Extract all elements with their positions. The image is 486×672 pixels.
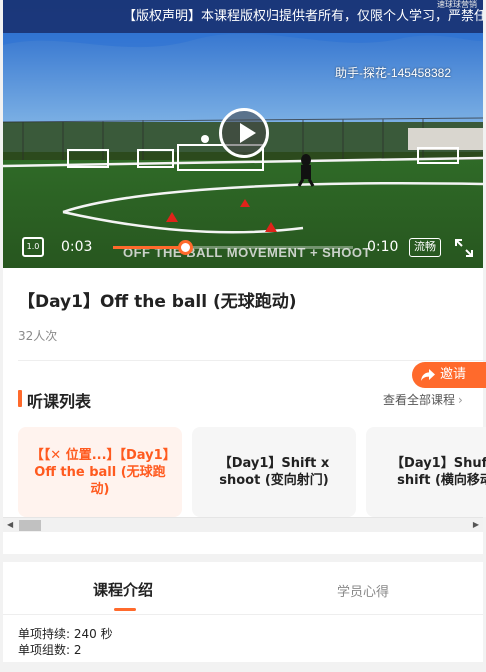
progress-bar[interactable] xyxy=(113,240,353,255)
section-marker xyxy=(18,390,22,407)
share-icon xyxy=(420,367,436,393)
duration-info: 单项持续: 240 秒 xyxy=(18,627,113,641)
page: 【版权声明】本课程版权归提供者所有，仅限个人学习，严禁任 速球球营销 助手-探花… xyxy=(0,0,486,672)
duration: 0:10 xyxy=(367,239,399,255)
tab-course-intro[interactable]: 课程介绍 xyxy=(93,579,153,600)
sets-info: 单项组数: 2 xyxy=(18,643,82,657)
lesson-carousel[interactable]: 【【✕ 位置...】【Day1】Off the ball (无球跑动) 【Day… xyxy=(18,427,486,517)
current-time: 0:03 xyxy=(61,239,93,255)
section-gap xyxy=(3,662,483,672)
chevron-right-icon: › xyxy=(458,393,463,407)
lesson-card[interactable]: 【【✕ 位置...】【Day1】Off the ball (无球跑动) xyxy=(18,427,182,517)
lesson-card-label: 【Day1】Shift x shoot (变向射门) xyxy=(218,456,330,488)
lesson-card[interactable]: 【Day1】Shift x shoot (变向射门) xyxy=(192,427,356,517)
play-icon[interactable] xyxy=(219,108,269,158)
lesson-card[interactable]: 【Day1】Shuffle shift (横向移动) xyxy=(366,427,486,517)
playback-speed-button[interactable]: 1.0 xyxy=(22,237,44,257)
active-tab-indicator xyxy=(114,608,136,611)
view-count: 32人次 xyxy=(18,329,58,343)
section-gap xyxy=(3,554,483,562)
divider xyxy=(3,614,483,615)
view-all-label: 查看全部课程 xyxy=(383,393,456,407)
invite-button[interactable]: 邀请 xyxy=(412,362,486,388)
lesson-card-label: 【【✕ 位置...】【Day1】Off the ball (无球跑动) xyxy=(30,447,170,497)
tab-student-reviews[interactable]: 学员心得 xyxy=(337,581,389,600)
scrollbar-thumb[interactable] xyxy=(19,520,41,531)
fullscreen-icon[interactable] xyxy=(453,237,475,259)
copyright-notice: 【版权声明】本课程版权归提供者所有，仅限个人学习，严禁任 xyxy=(3,0,483,33)
video-player[interactable]: 【版权声明】本课程版权归提供者所有，仅限个人学习，严禁任 速球球营销 助手-探花… xyxy=(3,0,483,268)
view-all-courses-link[interactable]: 查看全部课程 › xyxy=(383,391,463,408)
quality-button[interactable]: 流畅 xyxy=(409,238,441,257)
divider xyxy=(18,360,486,361)
progress-fill xyxy=(113,246,185,249)
progress-handle[interactable] xyxy=(178,240,193,255)
scroll-right-icon[interactable]: ▶ xyxy=(473,520,479,529)
lesson-card-label: 【Day1】Shuffle shift (横向移动) xyxy=(391,456,486,488)
horizontal-scrollbar[interactable]: ◀ ▶ xyxy=(3,517,483,532)
course-title: 【Day1】Off the ball (无球跑动) xyxy=(18,292,297,312)
lesson-list-title: 听课列表 xyxy=(27,392,92,411)
assistant-watermark: 助手-探花-145458382 xyxy=(334,66,451,80)
scroll-left-icon[interactable]: ◀ xyxy=(7,520,13,529)
invite-label: 邀请 xyxy=(440,367,467,382)
brand-watermark: 速球球营销 xyxy=(437,0,477,9)
